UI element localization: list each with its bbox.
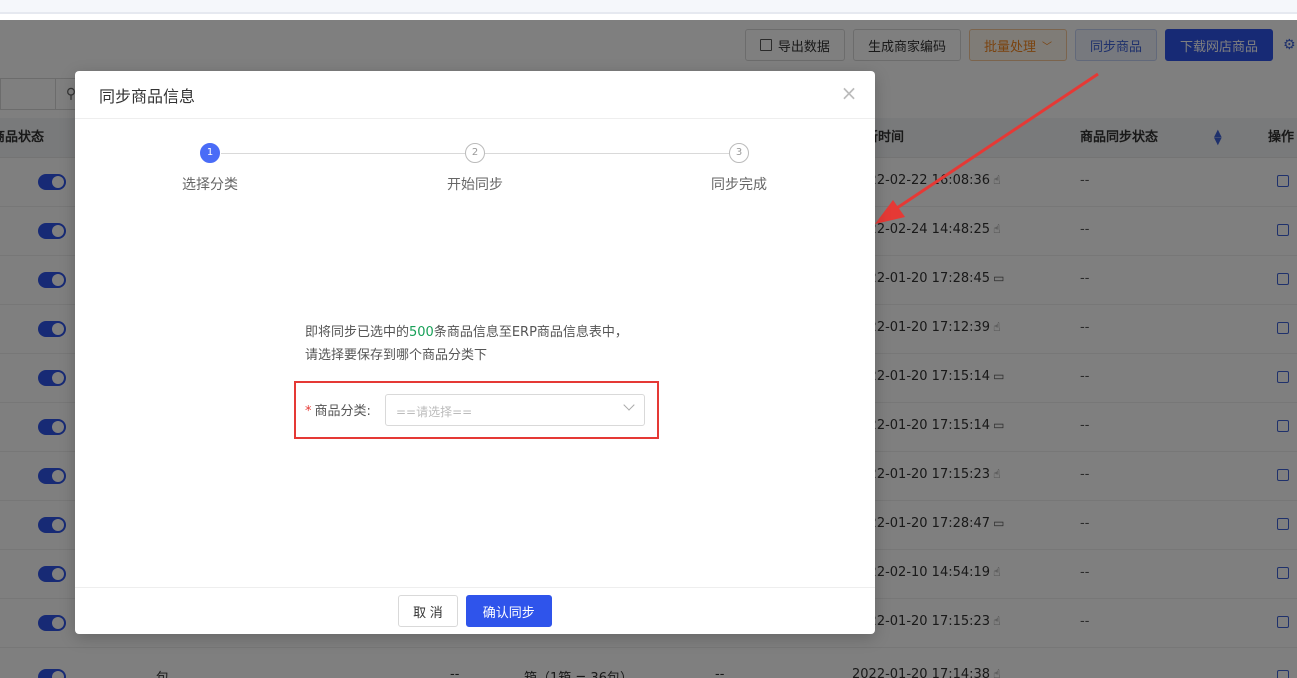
- category-label-text: 商品分类:: [314, 404, 371, 419]
- step-2-dot: 2: [465, 143, 485, 163]
- description-line-1: 即将同步已选中的500条商品信息至ERP商品信息表中，: [305, 321, 628, 344]
- step-3-dot: 3: [729, 143, 749, 163]
- step-3-label: 同步完成: [711, 177, 767, 193]
- selected-count: 500: [409, 325, 434, 340]
- dialog-header: 同步商品信息: [75, 71, 875, 119]
- description-prefix: 即将同步已选中的: [305, 325, 410, 340]
- close-icon[interactable]: ×: [839, 83, 859, 103]
- sync-description: 即将同步已选中的500条商品信息至ERP商品信息表中， 请选择要保存到哪个商品分…: [305, 321, 628, 367]
- sync-dialog: 同步商品信息 × 1 2 3 选择分类 开始同步 同步完成 即将同步已选中的50…: [75, 71, 875, 634]
- confirm-sync-button[interactable]: 确认同步: [465, 595, 552, 627]
- highlight-box: * 商品分类: ==请选择==: [294, 381, 659, 439]
- description-line-2: 请选择要保存到哪个商品分类下: [305, 348, 488, 363]
- category-placeholder: ==请选择==: [396, 405, 473, 419]
- step-indicator: 1 2 3 选择分类 开始同步 同步完成: [75, 143, 875, 203]
- step-1-dot: 1: [200, 143, 220, 163]
- required-mark: *: [305, 404, 312, 419]
- step-connector: [221, 153, 465, 154]
- category-field-label: * 商品分类:: [305, 400, 371, 419]
- top-divider: [0, 12, 1297, 14]
- category-select[interactable]: ==请选择==: [385, 394, 645, 426]
- dialog-title: 同步商品信息: [99, 86, 196, 106]
- step-2-label: 开始同步: [447, 177, 503, 193]
- dialog-footer: 取 消 确认同步: [75, 587, 875, 634]
- description-suffix: 条商品信息至ERP商品信息表中，: [433, 325, 628, 340]
- step-1-label: 选择分类: [182, 177, 238, 193]
- chevron-down-icon: [623, 399, 635, 411]
- step-connector: [485, 153, 729, 154]
- cancel-button[interactable]: 取 消: [398, 595, 458, 627]
